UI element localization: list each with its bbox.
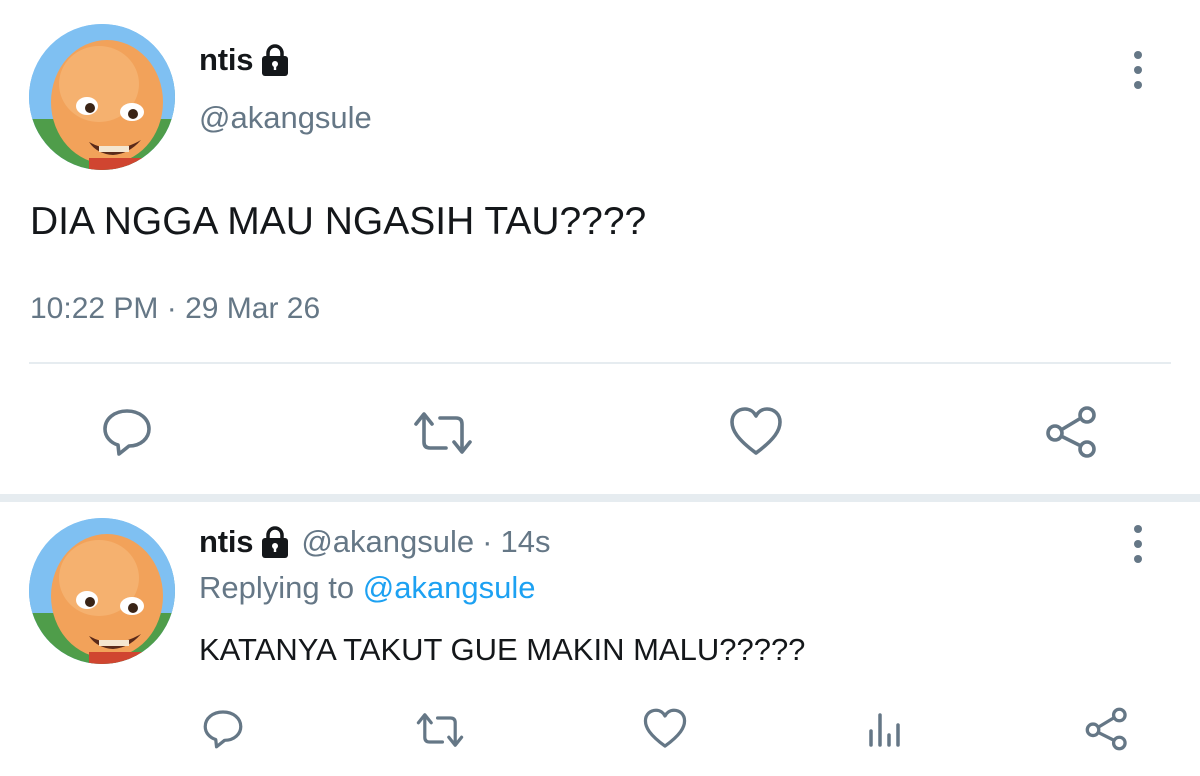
display-name[interactable]: ntis: [199, 524, 254, 560]
meta-separator: ·: [482, 524, 493, 559]
handle[interactable]: @akangsule: [301, 524, 474, 560]
retweet-icon[interactable]: [412, 709, 468, 751]
analytics-icon[interactable]: [862, 708, 908, 750]
avatar[interactable]: [29, 518, 175, 664]
tweet-text: DIA NGGA MAU NGASIH TAU????: [30, 200, 647, 243]
like-icon[interactable]: [726, 404, 786, 460]
tweet-timestamp[interactable]: 10:22 PM · 29 Mar 26: [30, 292, 320, 326]
author-row: ntis: [199, 42, 291, 78]
lock-icon: [259, 43, 291, 77]
avatar-image: [29, 518, 175, 664]
handle[interactable]: @akangsule: [199, 100, 372, 136]
reply-icon[interactable]: [98, 404, 156, 460]
reply-text: KATANYA TAKUT GUE MAKIN MALU?????: [199, 632, 806, 667]
replying-to-label: Replying to: [199, 570, 355, 605]
display-name[interactable]: ntis: [199, 42, 254, 78]
retweet-icon[interactable]: [410, 408, 476, 458]
lock-icon: [259, 525, 291, 559]
replying-to-mention[interactable]: @akangsule: [363, 570, 536, 605]
avatar[interactable]: [29, 24, 175, 170]
tweet-time-ago[interactable]: 14s: [500, 524, 550, 560]
section-separator: [0, 494, 1200, 502]
avatar-image: [29, 24, 175, 170]
tweet-thread: ntis @akangsule DIA NGGA MAU NGASIH TAU?…: [0, 0, 1200, 776]
replying-to-line: Replying to @akangsule: [199, 570, 536, 606]
like-icon[interactable]: [640, 707, 690, 751]
divider: [29, 362, 1171, 364]
more-options-icon[interactable]: [1118, 520, 1158, 568]
share-icon[interactable]: [1043, 404, 1101, 460]
reply-author-row: ntis @akangsule · 14s: [199, 524, 550, 560]
reply-icon[interactable]: [200, 707, 246, 751]
more-options-icon[interactable]: [1118, 46, 1158, 94]
share-icon[interactable]: [1082, 705, 1132, 753]
